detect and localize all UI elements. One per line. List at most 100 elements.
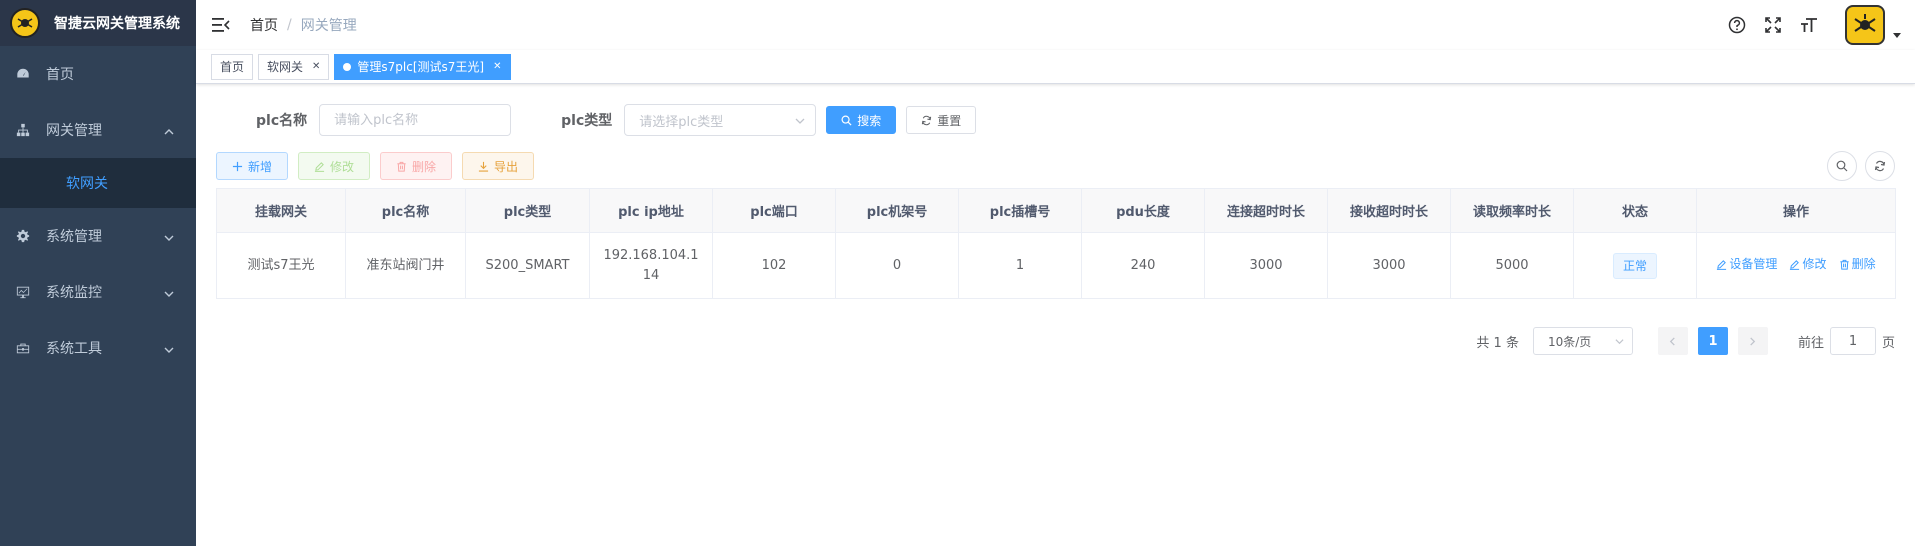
table-header-row: 挂载网关 plc名称 plc类型 plc ip地址 plc端口 plc机架号 p… (216, 188, 1896, 233)
logo-area[interactable]: 智捷云网关管理系统 (0, 0, 196, 46)
gear-icon (16, 229, 30, 243)
cell-conn-timeout: 3000 (1204, 232, 1328, 299)
chevron-left-icon (1670, 336, 1676, 346)
next-page-button[interactable] (1737, 327, 1768, 355)
column-header: 状态 (1573, 188, 1697, 233)
dashboard-icon (16, 67, 30, 81)
breadcrumb-home[interactable]: 首页 (250, 15, 278, 35)
row-delete-link[interactable]: 删除 (1839, 254, 1876, 274)
help-icon[interactable] (1727, 15, 1747, 35)
sidebar-item-soft-gateway[interactable]: 软网关 (0, 158, 196, 208)
chevron-down-icon (795, 118, 805, 124)
add-button[interactable]: 新增 (216, 152, 289, 180)
chevron-down-icon (164, 231, 174, 241)
breadcrumb: 首页 / 网关管理 (250, 15, 357, 35)
right-menu (1727, 0, 1901, 50)
sidebar: 智捷云网关管理系统 首页 网关管理 软网关 系统管理 系统监控 系统工具 (0, 0, 196, 546)
breadcrumb-current: 网关管理 (300, 18, 357, 34)
search-button[interactable]: 搜索 (826, 106, 897, 134)
edit-button-label: 修改 (330, 159, 355, 174)
plc-type-select[interactable]: 请选择plc类型 (624, 104, 817, 136)
status-badge: 正常 (1612, 252, 1657, 279)
reset-button[interactable]: 重置 (906, 106, 977, 134)
export-button-label: 导出 (494, 159, 519, 174)
chevron-down-icon (164, 287, 174, 297)
cell-read-freq: 5000 (1450, 232, 1574, 299)
pagination-total: 共 1 条 (1476, 335, 1519, 351)
table-toolbar: 新增 修改 删除 导出 (216, 151, 1895, 181)
device-manage-link[interactable]: 设备管理 (1716, 254, 1777, 274)
table-row[interactable]: 测试s7王光 准东站阀门井 S200_SMART 192.168.104.114… (216, 232, 1896, 299)
navbar: 首页 / 网关管理 (196, 0, 1915, 50)
monitor-icon (16, 285, 30, 299)
sidebar-item-gateway-management[interactable]: 网关管理 (0, 102, 196, 158)
edit-icon (1790, 259, 1800, 270)
page-size-select[interactable]: 10条/页 (1532, 327, 1633, 355)
tag-manage-s7plc[interactable]: 管理s7plc[测试s7王光] ✕ (334, 53, 511, 80)
tag-soft-gateway[interactable]: 软网关 ✕ (258, 53, 330, 80)
cell-port: 102 (712, 232, 836, 299)
plc-name-input[interactable] (319, 104, 512, 136)
tag-label: 管理s7plc[测试s7王光] (357, 59, 485, 74)
trash-icon (1840, 259, 1849, 270)
chevron-down-icon (164, 343, 174, 353)
submenu-gateway: 软网关 (0, 158, 196, 208)
cell-slot: 1 (958, 232, 1082, 299)
right-toolbar (1819, 151, 1895, 181)
search-icon (841, 115, 852, 126)
sidebar-item-system-monitor[interactable]: 系统监控 (0, 264, 196, 320)
cell-pdu: 240 (1081, 232, 1205, 299)
font-size-icon[interactable] (1799, 15, 1819, 35)
edit-icon (314, 161, 325, 172)
trash-icon (397, 161, 406, 172)
fullscreen-icon[interactable] (1763, 15, 1783, 35)
breadcrumb-separator: / (287, 17, 292, 33)
column-header: 连接超时时长 (1204, 188, 1328, 233)
close-icon[interactable]: ✕ (493, 55, 501, 79)
search-icon (1836, 160, 1848, 172)
close-icon[interactable]: ✕ (312, 55, 320, 79)
sidebar-item-home[interactable]: 首页 (0, 46, 196, 102)
cell-rack: 0 (835, 232, 959, 299)
goto-page-input[interactable] (1829, 327, 1876, 355)
app-title: 智捷云网关管理系统 (54, 16, 180, 32)
goto-label: 前往 (1797, 335, 1824, 351)
reset-button-label: 重置 (937, 113, 962, 128)
edit-button[interactable]: 修改 (298, 152, 371, 180)
page-number[interactable]: 1 (1697, 327, 1728, 355)
delete-button[interactable]: 删除 (380, 152, 453, 180)
column-header: plc类型 (465, 188, 590, 233)
delete-button-label: 删除 (412, 159, 437, 174)
active-dot-icon (343, 62, 352, 71)
column-header: plc插槽号 (958, 188, 1082, 233)
tag-home[interactable]: 首页 (211, 53, 254, 80)
download-icon (478, 161, 489, 172)
avatar[interactable] (1845, 5, 1885, 45)
edit-icon (1717, 259, 1727, 270)
sidebar-item-label: 网关管理 (46, 123, 102, 139)
tag-label: 软网关 (267, 59, 304, 74)
plc-type-placeholder: 请选择plc类型 (639, 114, 724, 130)
sidebar-item-label: 系统监控 (46, 285, 102, 301)
column-header: 接收超时时长 (1327, 188, 1451, 233)
column-header: plc ip地址 (589, 188, 713, 233)
chevron-down-icon (1615, 339, 1624, 345)
row-edit-link[interactable]: 修改 (1789, 254, 1827, 274)
caret-down-icon[interactable] (1893, 33, 1901, 39)
tree-icon (16, 123, 30, 137)
row-delete-label: 删除 (1851, 257, 1876, 272)
sidebar-item-system-tools[interactable]: 系统工具 (0, 320, 196, 376)
sidebar-item-system-management[interactable]: 系统管理 (0, 208, 196, 264)
prev-page-button[interactable] (1657, 327, 1688, 355)
column-header: 操作 (1696, 188, 1896, 233)
hamburger-icon[interactable] (212, 17, 230, 33)
cell-recv-timeout: 3000 (1327, 232, 1451, 299)
toggle-search-button[interactable] (1827, 151, 1857, 181)
column-header: plc机架号 (835, 188, 959, 233)
export-button[interactable]: 导出 (462, 152, 535, 180)
search-button-label: 搜索 (857, 113, 882, 128)
column-header: plc名称 (345, 188, 466, 233)
cell-status: 正常 (1573, 232, 1697, 299)
plc-table: 挂载网关 plc名称 plc类型 plc ip地址 plc端口 plc机架号 p… (216, 188, 1896, 299)
refresh-table-button[interactable] (1865, 151, 1895, 181)
